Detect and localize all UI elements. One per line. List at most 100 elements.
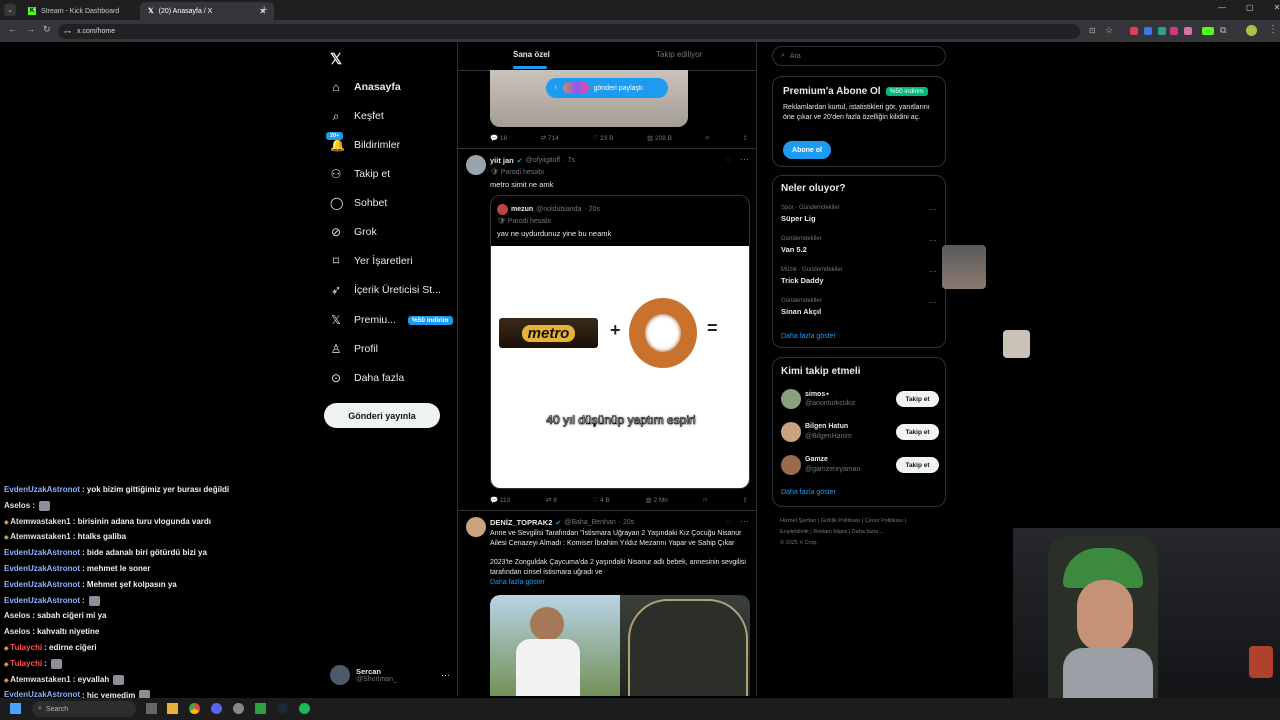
search-field[interactable]: ⌕ Ara [772, 46, 946, 66]
reply-button[interactable]: 💬 113 [490, 496, 510, 504]
author-handle[interactable]: @ofyiigitoff [526, 157, 561, 164]
grok-icon[interactable]: ◌ [726, 517, 731, 526]
trend-name[interactable]: Trick Daddy [781, 276, 824, 285]
suggestion-name[interactable]: simos⋆ [805, 390, 830, 398]
nav-item-2[interactable]: 🔔 Bildirimler 20+ [326, 132, 400, 156]
nav-item-8[interactable]: 𝕏 Premiu... %50 indirim [330, 309, 453, 331]
extensions-puzzle-icon[interactable]: ⧉ [1220, 25, 1226, 36]
reply-button[interactable]: 💬 18 [490, 134, 507, 142]
bookmark-icon[interactable]: ⌑ [704, 496, 707, 504]
tab-list-button[interactable]: ⌄ [4, 4, 16, 16]
avatar[interactable] [466, 517, 486, 537]
author-name[interactable]: yiit jan [490, 156, 514, 165]
trend-name[interactable]: Sinan Akçıl [781, 307, 821, 316]
repost-button[interactable]: ⇄ 8 [546, 496, 557, 504]
x-logo-icon[interactable]: 𝕏 [330, 50, 342, 68]
new-posts-toast[interactable]: ↑ gönderi paylaştı [546, 78, 668, 98]
chat-username[interactable]: Atemwastaken1 [10, 532, 70, 541]
new-tab-button[interactable]: + [261, 4, 267, 16]
start-icon[interactable] [10, 703, 21, 714]
chat-username[interactable]: EvdenUzakAstronot [4, 580, 80, 589]
more-icon[interactable]: ⋯ [929, 236, 937, 245]
avatar[interactable] [781, 422, 801, 442]
tab-for-you[interactable]: Sana özel [513, 50, 550, 59]
nav-item-4[interactable]: ◯ Sohbet [330, 192, 387, 214]
nav-item-9[interactable]: ♙ Profil [330, 338, 378, 360]
extension-icon[interactable] [1202, 27, 1214, 35]
site-info-icon[interactable]: ⊶ [64, 28, 71, 36]
nav-item-1[interactable]: ⌕ Keşfet [330, 105, 384, 127]
avatar[interactable] [781, 455, 801, 475]
footer-link[interactable]: Daha fazla ... [852, 529, 884, 535]
chat-username[interactable]: Aselos [4, 627, 30, 636]
install-icon[interactable]: ⊡ [1089, 26, 1096, 35]
extension-icon[interactable] [1144, 27, 1152, 35]
chat-username[interactable]: Tulaychi [10, 659, 42, 668]
maximize-icon[interactable]: ▢ [1246, 3, 1254, 12]
nav-item-7[interactable]: ➶ İçerik Üreticisi St... [330, 279, 441, 301]
more-icon[interactable]: ⋯ [929, 298, 937, 307]
follow-button[interactable]: Takip et [896, 457, 939, 473]
show-more-link[interactable]: Daha fazla göster [781, 489, 836, 496]
extension-icon[interactable] [1170, 27, 1178, 35]
chat-username[interactable]: Aselos [4, 611, 30, 620]
discord-icon[interactable] [211, 703, 222, 714]
post-button[interactable]: Gönderi yayınla [324, 403, 440, 428]
footer-link[interactable]: Çerez Politikası [865, 518, 903, 524]
avatar[interactable] [466, 155, 486, 175]
more-icon[interactable]: ⋯ [441, 670, 450, 681]
chrome-icon[interactable] [189, 703, 200, 714]
views-button[interactable]: ▥ 208 B [647, 134, 672, 142]
browser-menu-icon[interactable]: ⋮ [1268, 24, 1278, 35]
trend-name[interactable]: Süper Lig [781, 214, 816, 223]
app-icon[interactable] [255, 703, 266, 714]
nav-item-3[interactable]: ⚇ Takip et [330, 163, 391, 185]
views-button[interactable]: ▥ 2 Mn [646, 496, 668, 504]
chat-username[interactable]: EvdenUzakAstronot [4, 548, 80, 557]
subscribe-button[interactable]: Abone ol [783, 141, 831, 159]
reload-icon[interactable]: ↻ [43, 24, 51, 35]
avatar[interactable] [781, 389, 801, 409]
nav-item-0[interactable]: ⌂ Anasayfa [330, 76, 400, 98]
follow-button[interactable]: Takip et [896, 424, 939, 440]
chat-username[interactable]: EvdenUzakAstronot [4, 596, 80, 605]
bookmark-icon[interactable]: ⌑ [706, 134, 709, 142]
obs-icon[interactable] [233, 703, 244, 714]
suggestion-name[interactable]: Gamze [805, 456, 828, 463]
chat-username[interactable]: EvdenUzakAstronot [4, 485, 80, 494]
grok-icon[interactable]: ◌ [726, 155, 731, 164]
nav-item-5[interactable]: ⊘ Grok [330, 221, 377, 243]
more-icon[interactable]: ⋯ [740, 154, 749, 165]
profile-avatar[interactable] [1246, 25, 1257, 36]
nav-item-6[interactable]: ⌑ Yer İşaretleri [330, 250, 413, 272]
account-switcher[interactable]: Sercan @Shuriman_ ⋯ [330, 663, 450, 687]
more-icon[interactable]: ⋯ [740, 516, 749, 527]
like-button[interactable]: ♡ 4 B [592, 496, 609, 504]
post-time[interactable]: · 20s [619, 519, 635, 526]
author-handle[interactable]: @Baha_Benhan [564, 519, 615, 526]
close-window-icon[interactable]: ✕ [1274, 3, 1280, 12]
follow-button[interactable]: Takip et [896, 391, 939, 407]
show-more-link[interactable]: Daha fazla göster [490, 579, 545, 586]
more-icon[interactable]: ⋯ [929, 267, 937, 276]
chat-username[interactable]: Aselos [4, 501, 30, 510]
tab-x-home[interactable]: 𝕏 (20) Anasayfa / X ✕ [140, 2, 274, 20]
share-icon[interactable]: ⇪ [743, 496, 748, 504]
footer-link[interactable]: Gizlilik Politikası [821, 518, 860, 524]
quoted-post[interactable]: mezun @noldubianda · 20s 🛡 Parodi hesabı… [490, 195, 750, 489]
more-icon[interactable]: ⋯ [929, 205, 937, 214]
chat-username[interactable]: Tulaychi [10, 643, 42, 652]
extension-icon[interactable] [1158, 27, 1166, 35]
extension-icon[interactable] [1184, 27, 1192, 35]
trend-name[interactable]: Van 5.2 [781, 245, 807, 254]
forward-icon[interactable]: → [26, 24, 35, 34]
steam-icon[interactable] [277, 703, 288, 714]
nav-item-10[interactable]: ⊙ Daha fazla [330, 367, 404, 389]
chat-username[interactable]: EvdenUzakAstronot [4, 564, 80, 573]
footer-link[interactable]: Hizmet Şartları [780, 518, 816, 524]
repost-button[interactable]: ⇄ 714 [541, 134, 559, 142]
like-button[interactable]: ♡ 23 B [592, 134, 613, 142]
show-more-link[interactable]: Daha fazla göster [781, 333, 836, 340]
chat-username[interactable]: Atemwastaken1 [10, 517, 70, 526]
footer-link[interactable]: Reklam bilgisi [813, 529, 847, 535]
